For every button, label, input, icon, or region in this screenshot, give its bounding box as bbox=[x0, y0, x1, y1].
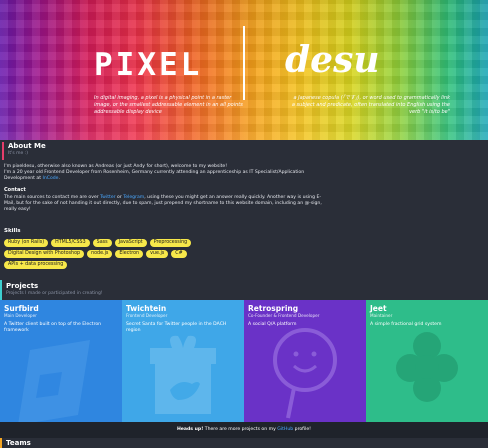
contact-text-1: The main sources to contact me are over bbox=[4, 195, 99, 200]
notice-after: profile! bbox=[294, 427, 312, 432]
skill-badge: node.js bbox=[87, 250, 113, 258]
project-name: Retrospring bbox=[248, 304, 299, 313]
intro-line-1: I'm pixeldesu, otherwise also known as A… bbox=[4, 164, 228, 169]
project-role: Main Developer bbox=[4, 313, 37, 318]
telegram-link[interactable]: Telegram bbox=[123, 195, 144, 200]
github-notice: Heads up! There are more projects on my … bbox=[0, 422, 488, 438]
project-desc: A social Q/A platform bbox=[248, 322, 297, 327]
project-name: Surfbird bbox=[4, 304, 39, 313]
project-role: Frontend Developer bbox=[126, 313, 168, 318]
project-desc: Secret Santa for Twitter people in the D… bbox=[126, 322, 227, 333]
desu-definition: a Japanese copula (「です」), or word used t… bbox=[291, 95, 450, 115]
skill-badge: C# bbox=[171, 250, 187, 258]
project-desc: A Twitter client built on top of the Ele… bbox=[4, 322, 102, 333]
notice-bold: Heads up! bbox=[176, 427, 204, 432]
project-card-jeet[interactable]: Jeet Maintainer A simple fractional grid… bbox=[366, 300, 488, 422]
about-header: About Me It's me :) bbox=[2, 142, 482, 160]
pixel-definition: In digital imaging, a pixel is a physica… bbox=[94, 95, 243, 115]
skill-badge: Sass bbox=[92, 239, 112, 247]
about-title: About Me bbox=[8, 142, 46, 150]
skill-badge: Preprocessing bbox=[149, 239, 192, 247]
project-cards: Surfbird Main Developer A Twitter client… bbox=[0, 300, 488, 422]
gift-icon bbox=[150, 335, 216, 414]
teams-header: Teams bbox=[0, 438, 488, 448]
notice-text: There are more projects on my bbox=[204, 427, 276, 432]
skill-badge: APIs + data processing bbox=[4, 261, 68, 269]
project-role: Co-Founder & Frontend Developer bbox=[248, 313, 320, 318]
skill-badge: JavaScript bbox=[114, 239, 147, 247]
projects-title: Projects bbox=[6, 282, 39, 290]
project-name: Jeet bbox=[370, 304, 387, 313]
surfbird-icon bbox=[18, 340, 90, 422]
projects-header: Projects Projects I made or participated… bbox=[0, 280, 488, 300]
about-subtitle: It's me :) bbox=[8, 151, 28, 156]
project-card-retrospring[interactable]: Retrospring Co-Founder & Frontend Develo… bbox=[244, 300, 366, 422]
skill-badge: Ruby (on Rails) bbox=[4, 239, 49, 247]
teams-title: Teams bbox=[6, 439, 31, 447]
contact-or: or bbox=[117, 195, 122, 200]
skill-badge: Digital Design with Photoshop bbox=[4, 250, 85, 258]
about-body: I'm pixeldesu, otherwise also known as A… bbox=[4, 164, 324, 218]
speech-bubble-icon bbox=[273, 328, 337, 419]
project-role: Maintainer bbox=[370, 313, 393, 318]
skills-title: Skills bbox=[4, 228, 21, 234]
about-intro: I'm pixeldesu, otherwise also known as A… bbox=[4, 164, 305, 181]
skill-badge: Electron bbox=[115, 250, 144, 258]
project-name: Twichtein bbox=[126, 304, 167, 313]
project-desc: A simple fractional grid system bbox=[370, 322, 442, 327]
projects-subtitle: Projects I made or participated in creat… bbox=[6, 291, 103, 296]
hero-divider bbox=[243, 26, 245, 100]
skill-badge: vue.js bbox=[146, 250, 169, 258]
skill-badge: HTML5/CSS3 bbox=[51, 239, 90, 247]
github-link[interactable]: GitHub bbox=[277, 427, 293, 432]
skills-list: Ruby (on Rails) HTML5/CSS3 Sass JavaScri… bbox=[4, 239, 204, 269]
project-card-surfbird[interactable]: Surfbird Main Developer A Twitter client… bbox=[0, 300, 122, 422]
employer-link[interactable]: InCode bbox=[42, 176, 58, 181]
desu-logo: desu bbox=[285, 39, 380, 81]
contact-title: Contact bbox=[4, 187, 26, 193]
project-card-twichtein[interactable]: Twichtein Frontend Developer Secret Sant… bbox=[122, 300, 244, 422]
pixel-logo: PIXEL bbox=[94, 47, 203, 83]
hero-banner: PIXEL desu In digital imaging, a pixel i… bbox=[0, 0, 488, 140]
contact-text: The main sources to contact me are over … bbox=[4, 195, 324, 213]
about-section: About Me It's me :) I'm pixeldesu, other… bbox=[0, 140, 488, 278]
jeet-logo-icon bbox=[396, 332, 458, 402]
twitter-link[interactable]: Twitter bbox=[100, 195, 115, 200]
